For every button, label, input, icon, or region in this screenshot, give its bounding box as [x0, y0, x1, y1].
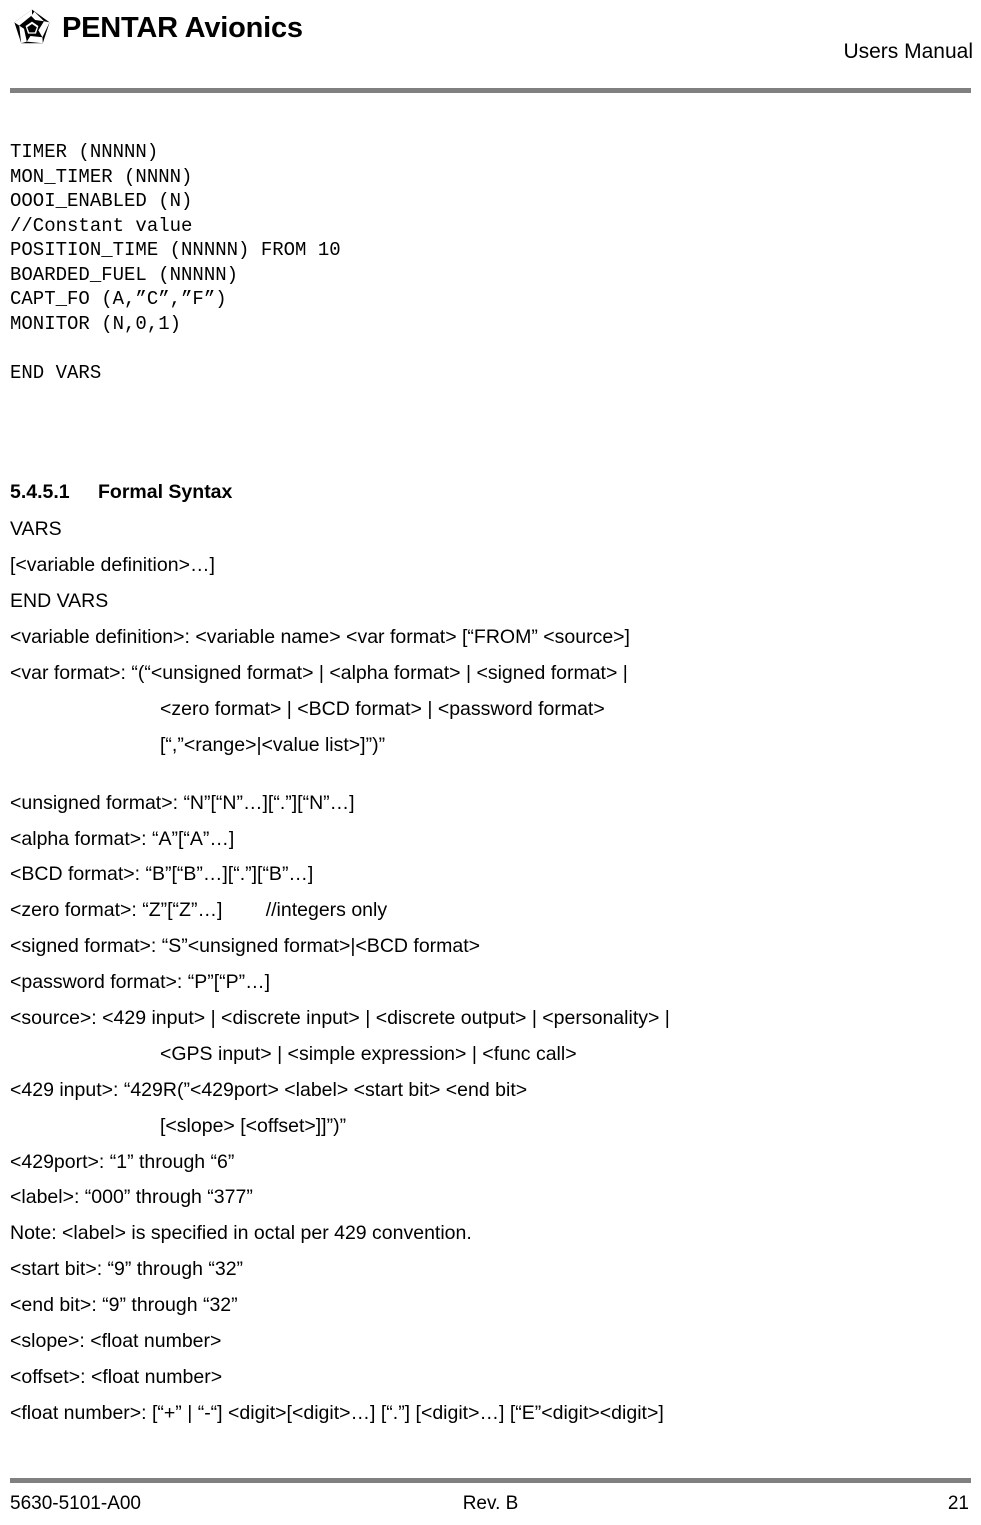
syntax-line: <zero format> | <BCD format> | <password…	[160, 697, 605, 720]
page-footer: 5630-5101-A00 Rev. B 21	[0, 1489, 981, 1525]
syntax-line	[10, 770, 971, 792]
code-line: MONITOR (N,0,1)	[10, 312, 182, 335]
syntax-line: <BCD format>: “B”[“B”…][“.”][“B”…]	[10, 863, 314, 886]
syntax-line: [“,”<range>|<value list>]”)”	[160, 733, 386, 756]
syntax-line: [<variable definition>…]	[10, 554, 215, 577]
code-line: BOARDED_FUEL (NNNNN)	[10, 263, 239, 286]
brand-name: PENTAR Avionics	[62, 11, 303, 44]
syntax-line: <var format>: “(“<unsigned format> | <al…	[10, 661, 628, 684]
code-line: POSITION_TIME (NNNNN) FROM 10	[10, 239, 341, 261]
page-content: TIMER (NNNNN) MON_TIMER (NNNN) OOOI_ENABLE…	[10, 140, 971, 1438]
syntax-line: END VARS	[10, 590, 109, 613]
syntax-line: [<slope> [<offset>]]”)”	[160, 1114, 347, 1137]
code-line: CAPT_FO (A,”C”,”F”)	[10, 288, 227, 310]
code-line: MON_TIMER (NNNN)	[10, 165, 193, 188]
document-page: PENTAR Avionics Users Manual TIMER (NNNN…	[0, 0, 981, 1525]
syntax-line: <offset>: <float number>	[10, 1365, 223, 1388]
syntax-line: <end bit>: “9” through “32”	[10, 1294, 238, 1317]
footer-rule	[10, 1478, 971, 1483]
brand-logo: PENTAR Avionics	[12, 8, 303, 48]
footer-page-number: 21	[947, 1493, 969, 1514]
syntax-line: <float number>: [“+” | “-“] <digit>[<dig…	[10, 1401, 664, 1424]
syntax-line: <429 input>: “429R(”<429port> <label> <s…	[10, 1078, 528, 1101]
syntax-line: <slope>: <float number>	[10, 1329, 222, 1352]
code-line: //Constant value	[10, 214, 193, 237]
syntax-line: <source>: <429 input> | <discrete input>…	[10, 1006, 670, 1029]
syntax-line: Note: <label> is specified in octal per …	[10, 1222, 472, 1245]
syntax-line: <label>: “000” through “377”	[10, 1186, 253, 1209]
syntax-line: <alpha format>: “A”[“A”…]	[10, 827, 235, 850]
code-line: OOOI_ENABLED (N)	[10, 190, 193, 212]
syntax-line: <429port>: “1” through “6”	[10, 1150, 235, 1173]
syntax-list: VARS [<variable definition>…] END VARS <var…	[10, 518, 971, 1437]
section-number: 5.4.5.1	[10, 481, 70, 503]
syntax-line: <start bit>: “9” through “32”	[10, 1258, 244, 1281]
syntax-line: VARS	[10, 518, 62, 541]
footer-revision: Rev. B	[462, 1493, 519, 1514]
section-title: Formal Syntax	[98, 481, 233, 503]
code-block: TIMER (NNNNN) MON_TIMER (NNNN) OOOI_ENABLE…	[10, 140, 971, 385]
page-header: PENTAR Avionics Users Manual	[0, 0, 981, 96]
syntax-line: <variable definition>: <variable name> <…	[10, 626, 630, 649]
syntax-line: <signed format>: “S”<unsigned format>|<B…	[10, 935, 481, 958]
syntax-line: <GPS input> | <simple expression> | <fun…	[160, 1042, 577, 1065]
code-line: TIMER (NNNNN)	[10, 141, 159, 163]
pentar-shutter-logo-icon	[14, 9, 50, 44]
header-rule	[10, 88, 971, 93]
code-line: END VARS	[10, 361, 102, 384]
section-heading: 5.4.5.1 Formal Syntax	[10, 481, 971, 504]
syntax-line: <zero format>: “Z”[“Z”…] //integers only	[10, 899, 388, 922]
syntax-line: <password format>: “P”[“P”…]	[10, 971, 271, 994]
syntax-line: <unsigned format>: “N”[“N”…][“.”][“N”…]	[10, 791, 355, 814]
document-title: Users Manual	[843, 40, 973, 63]
